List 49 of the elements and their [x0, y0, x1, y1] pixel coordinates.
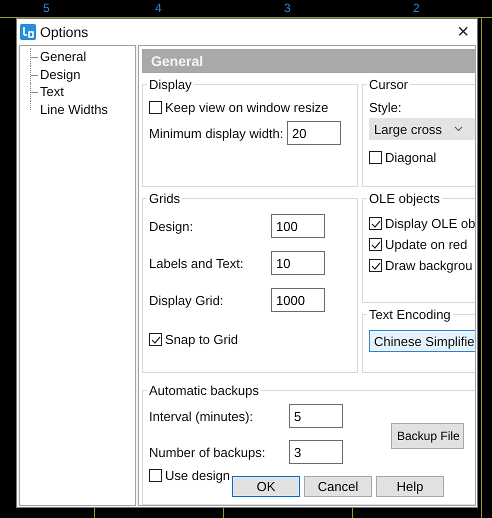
dialog-button[interactable]: Cancel	[304, 476, 372, 497]
style-dropdown[interactable]: Large cross	[369, 118, 475, 140]
checkbox[interactable]: Use design	[149, 468, 230, 484]
input-field[interactable]: 1000	[271, 288, 325, 312]
field-label: Display Grid:	[149, 292, 224, 308]
chevron-icon	[454, 126, 463, 132]
dialog-button[interactable]: Help	[376, 476, 444, 497]
checkbox[interactable]: Display OLE ob	[369, 216, 475, 232]
checkbox[interactable]: Update on red	[369, 237, 468, 252]
check-icon	[370, 240, 380, 250]
input-field[interactable]: 5	[289, 404, 343, 428]
group-title: Display	[148, 77, 193, 92]
column-label: 5	[43, 1, 50, 15]
group-title: Automatic backups	[148, 383, 260, 398]
column-label: 3	[284, 1, 291, 15]
backup-file-button[interactable]: Backup File	[391, 423, 464, 450]
app-icon	[20, 24, 36, 40]
group-title: OLE objects	[368, 191, 441, 206]
group-title: Cursor	[368, 77, 410, 92]
column-label: 2	[413, 1, 420, 15]
check-icon	[150, 334, 160, 345]
field-label: Style:	[369, 100, 402, 116]
tree-item[interactable]: Line Widths	[38, 102, 110, 117]
window-title: Options	[40, 24, 90, 40]
dialog-button[interactable]: OK	[232, 476, 300, 497]
field-label: Labels and Text:	[149, 256, 244, 271]
field-label: Interval (minutes):	[149, 408, 254, 424]
encoding-dropdown[interactable]: Chinese Simplifie	[369, 330, 475, 352]
group-title: Text Encoding	[368, 307, 452, 322]
input-field[interactable]: 3	[289, 440, 343, 464]
input-field[interactable]: 20	[287, 121, 341, 146]
input-field[interactable]: 10	[271, 251, 325, 276]
checkbox[interactable]: Draw backgrou	[369, 258, 472, 274]
page-header: General	[142, 49, 475, 74]
check-icon	[370, 218, 380, 229]
check-icon	[370, 260, 380, 271]
tree-item[interactable]: Design	[38, 66, 82, 82]
checkbox[interactable]: Diagonal	[369, 150, 436, 166]
close-button[interactable]: ×	[457, 22, 469, 42]
group-title: Grids	[148, 191, 182, 206]
column-label: 4	[155, 1, 162, 15]
tree-item[interactable]: Text	[38, 84, 66, 100]
checkbox[interactable]: Keep view on window resize	[149, 100, 328, 116]
checkbox[interactable]: Snap to Grid	[149, 332, 238, 348]
input-field[interactable]: 100	[271, 214, 325, 238]
field-label: Minimum display width:	[149, 126, 284, 141]
field-label: Design:	[149, 218, 194, 234]
tree-item[interactable]: General	[38, 49, 88, 64]
field-label: Number of backups:	[149, 444, 266, 460]
